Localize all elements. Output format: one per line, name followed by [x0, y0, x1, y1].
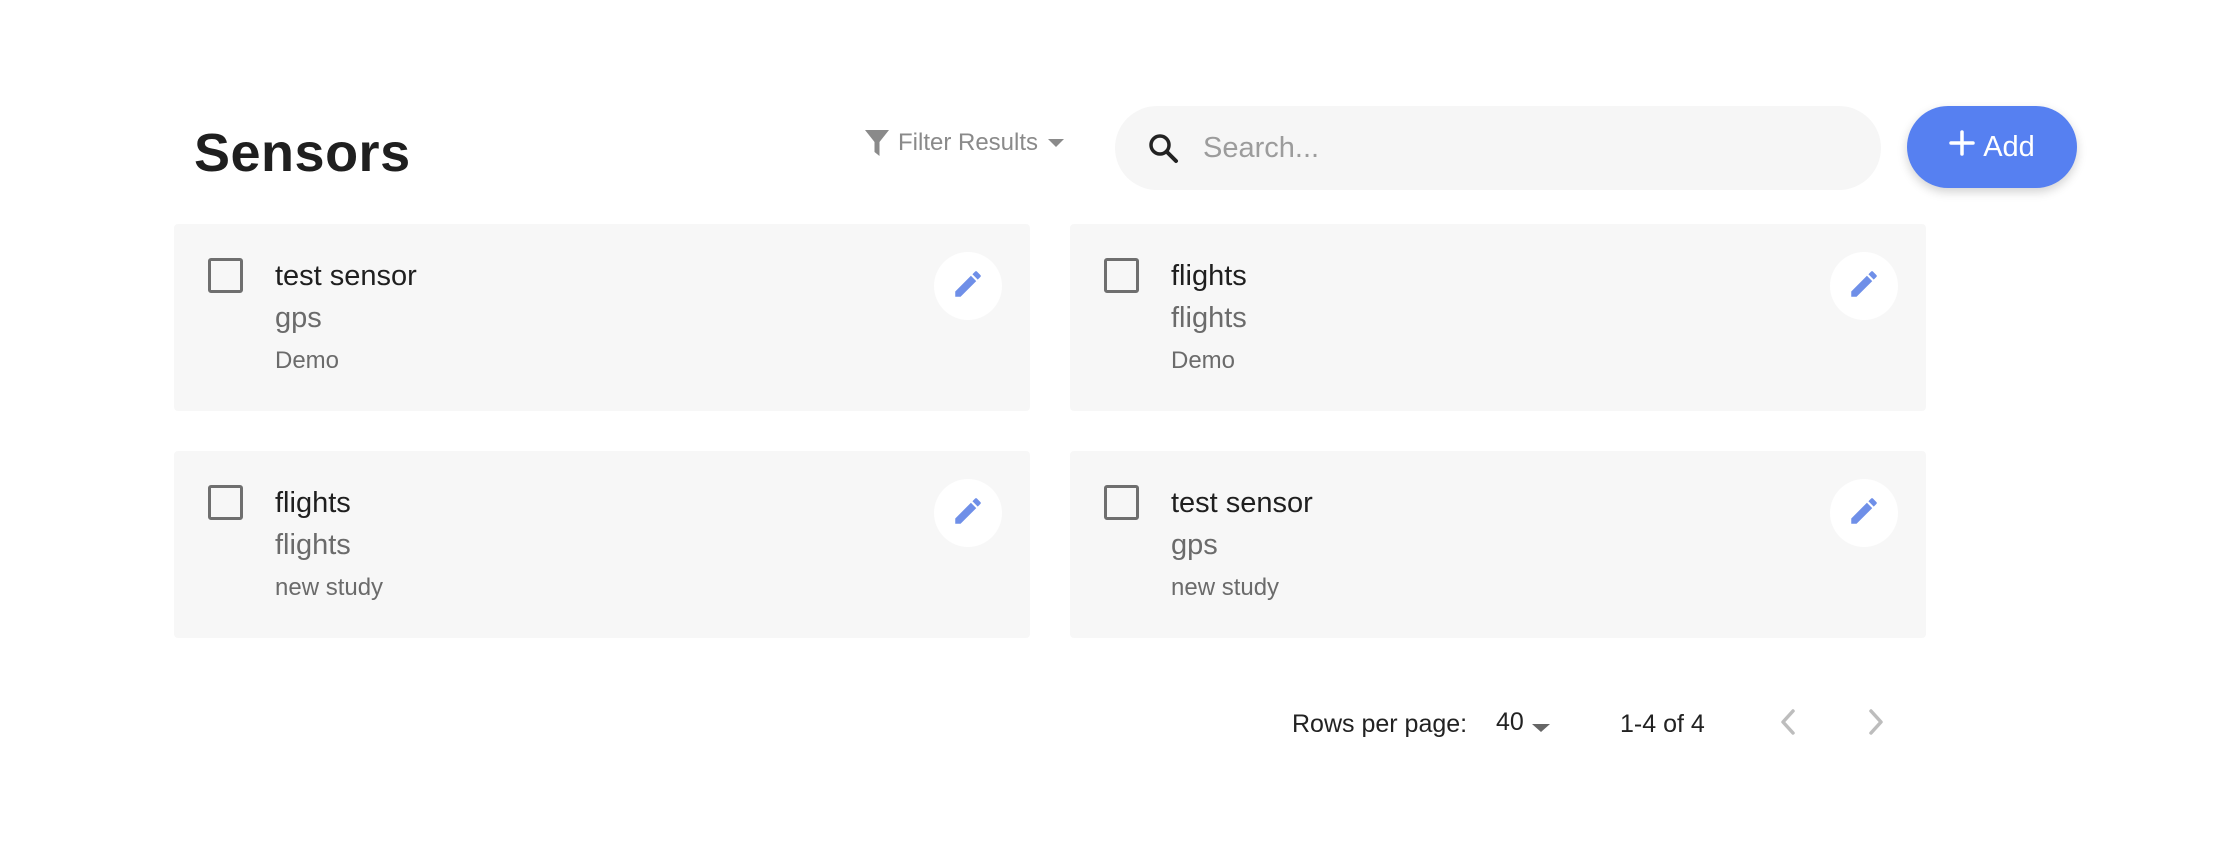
- sensor-study: Demo: [1171, 347, 1236, 374]
- sensor-name: flights: [1171, 260, 1247, 292]
- sensor-type: gps: [1171, 529, 1218, 561]
- chevron-right-icon: [1866, 707, 1886, 742]
- sensor-checkbox[interactable]: [1104, 485, 1139, 520]
- edit-sensor-button[interactable]: [1830, 252, 1898, 320]
- caret-down-icon: [1046, 137, 1066, 149]
- sensor-checkbox[interactable]: [208, 258, 243, 293]
- pencil-icon: [1847, 494, 1881, 533]
- sensor-study: new study: [275, 574, 384, 601]
- plus-icon: [1949, 130, 1975, 164]
- edit-sensor-button[interactable]: [934, 252, 1002, 320]
- sensor-card: flights flights new study: [174, 451, 1030, 638]
- sensor-type: gps: [275, 302, 322, 334]
- pencil-icon: [1847, 267, 1881, 306]
- sensor-checkbox[interactable]: [208, 485, 243, 520]
- sensor-checkbox[interactable]: [1104, 258, 1139, 293]
- sensor-card: test sensor gps Demo: [174, 224, 1030, 411]
- sensor-name: flights: [275, 487, 351, 519]
- page-title: Sensors: [194, 123, 411, 183]
- pencil-icon: [951, 494, 985, 533]
- chevron-left-icon: [1778, 707, 1798, 742]
- rows-per-page-value: 40: [1496, 708, 1524, 736]
- sensor-name: test sensor: [275, 260, 417, 292]
- filter-results-button[interactable]: Filter Results: [864, 128, 1066, 158]
- pagination-range: 1-4 of 4: [1620, 710, 1705, 738]
- sensor-name: test sensor: [1171, 487, 1313, 519]
- rows-per-page-label: Rows per page:: [1292, 710, 1468, 738]
- edit-sensor-button[interactable]: [1830, 479, 1898, 547]
- previous-page-button[interactable]: [1764, 700, 1812, 748]
- caret-down-icon: [1530, 712, 1552, 741]
- sensor-type: flights: [275, 529, 351, 561]
- filter-results-label: Filter Results: [898, 129, 1039, 156]
- funnel-icon: [864, 128, 890, 158]
- rows-per-page-select[interactable]: 40: [1496, 704, 1552, 741]
- sensor-card: flights flights Demo: [1070, 224, 1926, 411]
- sensor-type: flights: [1171, 302, 1247, 334]
- search-icon: [1145, 130, 1181, 166]
- search-input[interactable]: [1203, 131, 1843, 165]
- sensor-study: new study: [1171, 574, 1280, 601]
- search-bar: [1115, 106, 1881, 190]
- next-page-button[interactable]: [1852, 700, 1900, 748]
- pencil-icon: [951, 267, 985, 306]
- add-button-label: Add: [1983, 130, 2035, 163]
- add-button[interactable]: Add: [1907, 106, 2077, 188]
- sensors-page: Sensors Filter Results Add test sensor g…: [0, 0, 2220, 844]
- sensor-study: Demo: [275, 347, 340, 374]
- sensor-card: test sensor gps new study: [1070, 451, 1926, 638]
- edit-sensor-button[interactable]: [934, 479, 1002, 547]
